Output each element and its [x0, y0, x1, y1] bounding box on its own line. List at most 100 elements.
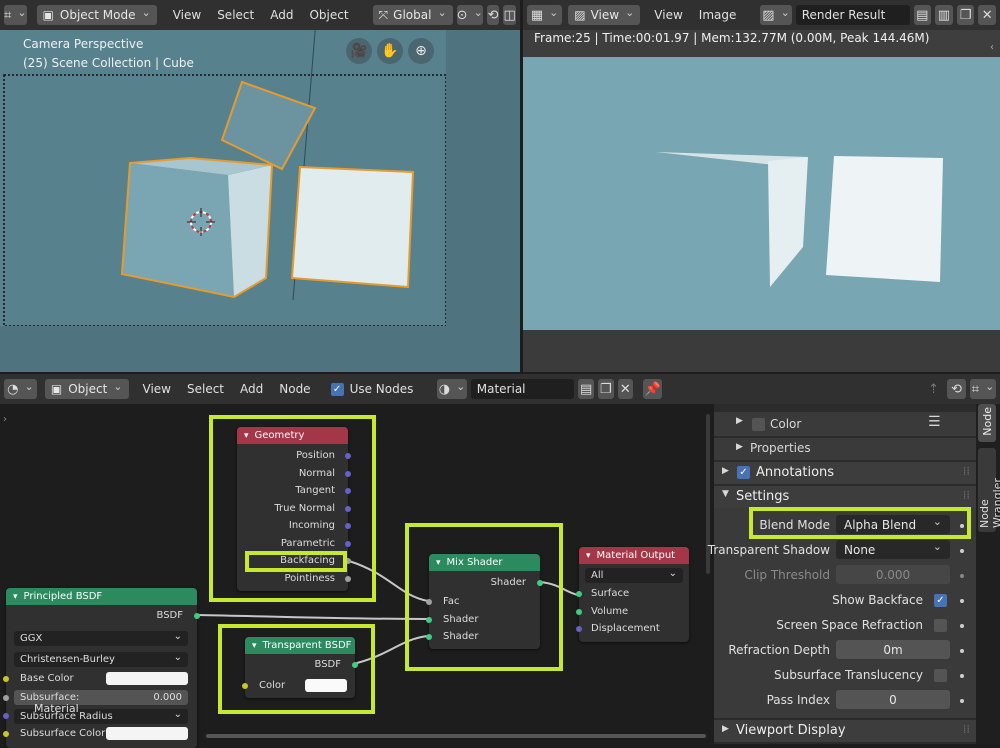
material-output-node[interactable]: Material Output All ⌄ Surface Volume Disp…: [576, 547, 689, 642]
refraction-depth-value: 0m: [883, 642, 903, 657]
image-editor-area[interactable]: ▦ ▨ View View Image ▨ Render Result ▤ ▥ ❐…: [523, 0, 1000, 372]
viewport-header: ⌗ ▣ Object Mode View Select Add Object ⤧ G…: [0, 0, 520, 30]
color-checkbox[interactable]: [752, 418, 765, 431]
drag-handle-icon[interactable]: ⁞⁞: [963, 464, 970, 478]
material-output-header[interactable]: Material Output: [579, 547, 689, 564]
pivot-icon[interactable]: ⊙: [456, 5, 483, 25]
menu-object[interactable]: Object: [303, 5, 354, 25]
socket-subsurface-color[interactable]: [3, 731, 9, 737]
socket-output-displacement[interactable]: [576, 626, 582, 632]
menu-view[interactable]: View: [167, 5, 207, 25]
subsurface-method-dropdown[interactable]: Christensen-Burley ⌄: [14, 652, 188, 667]
socket-subsurface-radius[interactable]: [3, 713, 9, 719]
socket-base-color[interactable]: [3, 676, 9, 682]
keyframe-dot[interactable]: [960, 574, 964, 578]
show-backface-label: Show Backface: [832, 593, 923, 607]
orientation-icon: ⤧: [378, 7, 389, 22]
left-toolbar-toggle[interactable]: ›: [3, 414, 7, 425]
keyframe-dot[interactable]: [960, 699, 964, 703]
open-image-icon[interactable]: ▥: [935, 5, 953, 25]
image-browse-icon[interactable]: ▨: [760, 5, 792, 25]
socket-principled-bsdf[interactable]: [194, 613, 200, 619]
keyframe-dot[interactable]: [960, 599, 964, 603]
subsurface-translucency-checkbox[interactable]: [934, 669, 947, 682]
show-backface-checkbox[interactable]: ✓: [934, 594, 947, 607]
viewport-display-label: Viewport Display: [736, 723, 846, 738]
socket-subsurface[interactable]: [3, 695, 9, 701]
material-output-target-dropdown[interactable]: All ⌄: [585, 568, 683, 583]
image-name-field[interactable]: Render Result: [795, 5, 910, 25]
distribution-dropdown[interactable]: GGX ⌄: [14, 631, 188, 646]
parent-node-icon[interactable]: ⇡: [924, 379, 943, 399]
subsurface-color-swatch[interactable]: [106, 727, 188, 740]
node-snap-target-icon[interactable]: ⌗: [970, 379, 997, 399]
clip-threshold-field[interactable]: 0.000: [836, 565, 950, 584]
keyframe-dot[interactable]: [960, 624, 964, 628]
copy-image-icon[interactable]: ❐: [956, 5, 975, 25]
view-mode-dropdown[interactable]: ▨ View: [568, 5, 641, 25]
proportional-icon[interactable]: ◫: [503, 5, 516, 25]
expand-arrow-icon: ▶: [722, 466, 729, 476]
snap-icon[interactable]: ⟲: [486, 5, 500, 25]
properties-subpanel[interactable]: ▶ Properties: [714, 438, 976, 460]
keyframe-dot[interactable]: [960, 674, 964, 678]
color-subpanel-label: Color: [770, 417, 802, 431]
list-icon[interactable]: ☰: [928, 414, 941, 430]
socket-output-volume[interactable]: [576, 609, 582, 615]
refraction-depth-field[interactable]: 0m: [836, 640, 950, 659]
chevron-down-icon: ⌄: [668, 568, 677, 579]
transparent-shadow-row: Transparent Shadow None: [708, 540, 976, 562]
chevron-down-icon: ⌄: [173, 652, 182, 663]
sidebar-tab-node-wrangler[interactable]: Node Wrangler: [978, 448, 1000, 532]
color-subpanel[interactable]: ▶ Color ☰: [714, 412, 976, 436]
settings-label: Settings: [736, 489, 790, 504]
menu-view-image[interactable]: View: [648, 5, 688, 25]
principled-bsdf-header[interactable]: Principled BSDF: [6, 588, 197, 605]
pass-index-field[interactable]: 0: [836, 690, 950, 709]
transform-orientation-dropdown[interactable]: ⤧ Global: [372, 5, 453, 25]
transparent-shadow-dropdown[interactable]: None: [836, 540, 950, 559]
subsurface-value: 0.000: [153, 692, 182, 703]
close-icon[interactable]: ✕: [978, 5, 997, 25]
pass-index-value: 0: [889, 692, 897, 707]
image-editor-type-icon[interactable]: ▦: [527, 5, 563, 25]
annotations-panel-header[interactable]: ▶ ✓ Annotations ⁞⁞: [714, 462, 976, 484]
object-mode-dropdown[interactable]: ▣ Object Mode: [36, 5, 157, 25]
sidebar-tab-node-label: Node: [980, 407, 994, 436]
sidebar-toggle-arrow[interactable]: ‹: [990, 42, 994, 53]
node-editor-scrollbar[interactable]: [206, 734, 706, 738]
base-color-swatch[interactable]: [106, 672, 188, 685]
menu-select[interactable]: Select: [211, 5, 260, 25]
viewport-area[interactable]: ⌗ ▣ Object Mode View Select Add Object ⤧ G…: [0, 0, 520, 372]
editor-type-icon[interactable]: ⌗: [4, 5, 27, 25]
highlight-mix-shader: [405, 523, 563, 671]
keyframe-dot[interactable]: [960, 549, 964, 553]
principled-bsdf-node[interactable]: Principled BSDF BSDF GGX ⌄ Christensen-Bu…: [3, 588, 200, 748]
screen-space-refraction-row: Screen Space Refraction: [714, 615, 976, 637]
pass-index-row: Pass Index 0: [714, 690, 976, 712]
render-cube-right: [826, 156, 943, 282]
menu-add[interactable]: Add: [264, 5, 299, 25]
sidebar-tab-node[interactable]: Node: [978, 404, 996, 442]
base-color-label: Base Color: [20, 673, 74, 684]
view-mode-icon: ▨: [574, 8, 586, 22]
render-result-image: [523, 57, 1000, 330]
drag-handle-icon[interactable]: ⁞⁞: [963, 722, 970, 736]
new-image-icon[interactable]: ▤: [913, 5, 932, 25]
settings-panel-header[interactable]: ▼ Settings ⁞⁞: [714, 486, 976, 508]
screen-space-refraction-checkbox[interactable]: [934, 619, 947, 632]
node-editor-area[interactable]: ◔ ▣Object View Select Add Node ✓Use Node…: [0, 374, 1000, 748]
menu-image[interactable]: Image: [693, 5, 743, 25]
highlight-geometry: [209, 415, 376, 602]
keyframe-dot[interactable]: [960, 649, 964, 653]
distribution-label: GGX: [20, 633, 43, 644]
annotations-checkbox[interactable]: ✓: [737, 466, 750, 479]
node-snap-icon[interactable]: ⟲: [947, 379, 967, 399]
viewport-display-panel-header[interactable]: ▶ Viewport Display ⁞⁞: [714, 720, 976, 742]
pass-index-label: Pass Index: [766, 693, 830, 707]
screen-space-refraction-label: Screen Space Refraction: [776, 618, 923, 632]
socket-output-surface[interactable]: [576, 591, 582, 597]
drag-handle-icon[interactable]: ⁞⁞: [963, 488, 970, 502]
transparent-shadow-label: Transparent Shadow: [707, 543, 830, 557]
material-output-input-volume: Volume: [591, 606, 629, 617]
